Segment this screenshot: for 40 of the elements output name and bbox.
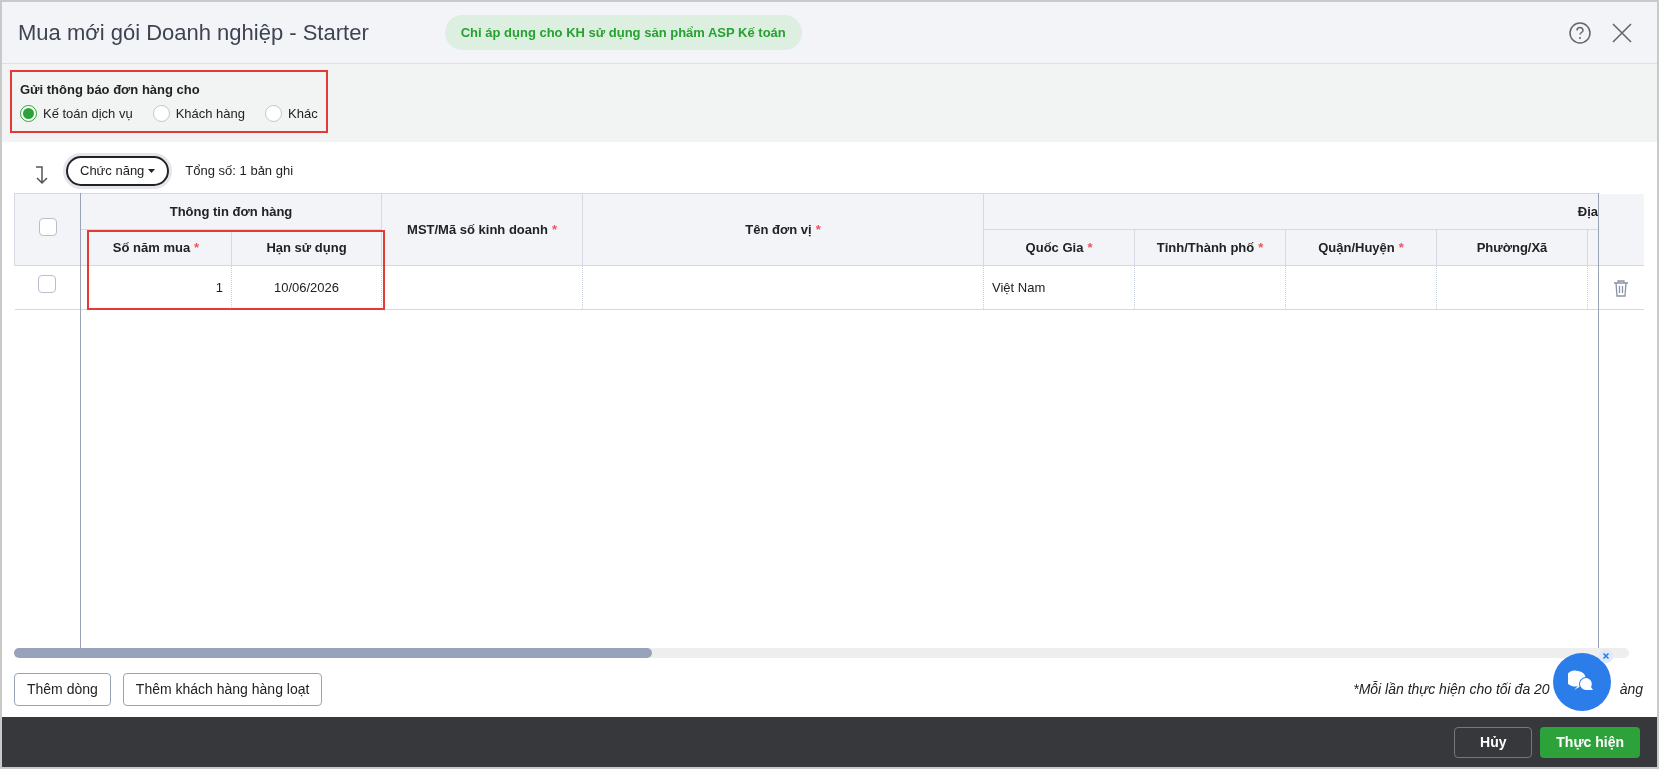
column-group-header: MST/Mã số kinh doanh * [381, 193, 583, 266]
scrollbar-thumb[interactable] [14, 648, 652, 658]
total-count: Tổng số: 1 bản ghi [185, 162, 294, 181]
limit-note: àng [1619, 680, 1643, 699]
column-header: Quận/Huyện * [1285, 229, 1437, 266]
radio-option[interactable]: Khách hàng [152, 103, 246, 123]
column-header: Quốc Gia * [983, 229, 1135, 266]
required-mark: * [1398, 239, 1404, 255]
table-cell: 1 [215, 279, 223, 295]
window-title: Mua mới gói Doanh nghiệp - Starter [18, 19, 369, 47]
column-group-header: Tên đơn vị * [582, 193, 984, 266]
required-mark: * [1087, 239, 1093, 255]
column-group-header: Thông tin đơn hàng [80, 193, 382, 230]
caret-icon [148, 169, 156, 173]
function-button[interactable]: Chức năng [66, 156, 170, 186]
info-badge: Chỉ áp dụng cho KH sử dụng sản phẩm ASP Kế toán [444, 14, 802, 51]
help-icon[interactable] [1569, 21, 1591, 44]
close-icon[interactable] [1611, 21, 1633, 44]
close-icon[interactable] [1599, 649, 1613, 663]
table-cell: 10/06/2026 [273, 279, 340, 295]
notify-label: Gửi thông báo đơn hàng cho [20, 81, 201, 99]
row-checkbox[interactable] [38, 217, 57, 236]
row-checkbox[interactable] [38, 275, 57, 293]
trash-icon[interactable] [1613, 279, 1630, 298]
required-mark: * [551, 221, 557, 237]
required-mark: * [194, 239, 200, 255]
required-mark: * [815, 221, 821, 237]
sort-down-icon[interactable] [34, 165, 50, 185]
chat-button[interactable] [1553, 653, 1611, 711]
bulk-add-button[interactable]: Thêm khách hàng hàng loạt [122, 673, 323, 706]
radio-option[interactable]: Kế toán dịch vụ [20, 103, 133, 123]
limit-note: *Mỗi lần thực hiện cho tối đa 20 [1353, 680, 1550, 699]
column-group-header: Địa [983, 193, 1599, 230]
radio-option[interactable]: Khác [265, 103, 318, 123]
column-header: Tỉnh/Thành phố * [1134, 229, 1286, 266]
table-cell: Việt Nam [992, 279, 1046, 295]
cancel-button[interactable]: Hủy [1454, 726, 1533, 758]
add-row-button[interactable]: Thêm dòng [14, 673, 111, 706]
column-header: Phường/Xã [1436, 229, 1588, 266]
required-mark: * [1258, 239, 1264, 255]
